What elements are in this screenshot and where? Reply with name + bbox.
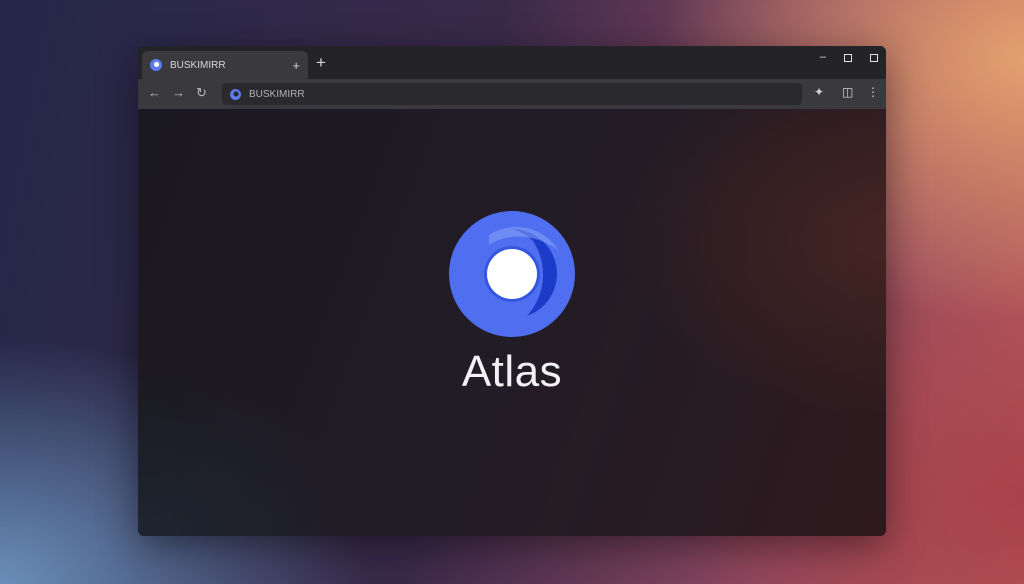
- tab-bar: BUSKIMIRR + + –: [138, 46, 886, 79]
- extensions-icon[interactable]: ✦: [814, 86, 824, 98]
- new-tab-button[interactable]: +: [316, 54, 326, 71]
- reload-button[interactable]: ↻: [196, 86, 207, 99]
- tab-active[interactable]: BUSKIMIRR +: [142, 51, 308, 79]
- maximize-button[interactable]: [844, 53, 852, 62]
- site-info-icon[interactable]: [230, 88, 241, 100]
- browser-window: BUSKIMIRR + + – ← → ↻ BUSKIMIRR ✦ ◫ ⋮ At…: [138, 46, 886, 536]
- browser-toolbar: ← → ↻ BUSKIMIRR ✦ ◫ ⋮: [138, 79, 886, 109]
- close-button[interactable]: [870, 53, 878, 62]
- back-button[interactable]: ←: [148, 86, 161, 99]
- address-bar-text: BUSKIMIRR: [249, 88, 305, 100]
- page-content: Atlas: [138, 109, 886, 536]
- tab-plus-icon[interactable]: +: [292, 59, 300, 72]
- address-bar[interactable]: BUSKIMIRR: [222, 83, 802, 105]
- atlas-logo-icon: [449, 211, 575, 337]
- tab-title: BUSKIMIRR: [170, 59, 226, 71]
- minimize-button[interactable]: –: [820, 52, 826, 63]
- tab-favicon-icon: [150, 59, 162, 71]
- brand-name: Atlas: [461, 347, 563, 396]
- window-controls: –: [820, 52, 878, 63]
- sidebar-icon[interactable]: ◫: [842, 86, 853, 98]
- menu-icon[interactable]: ⋮: [867, 86, 879, 98]
- forward-button[interactable]: →: [172, 86, 185, 99]
